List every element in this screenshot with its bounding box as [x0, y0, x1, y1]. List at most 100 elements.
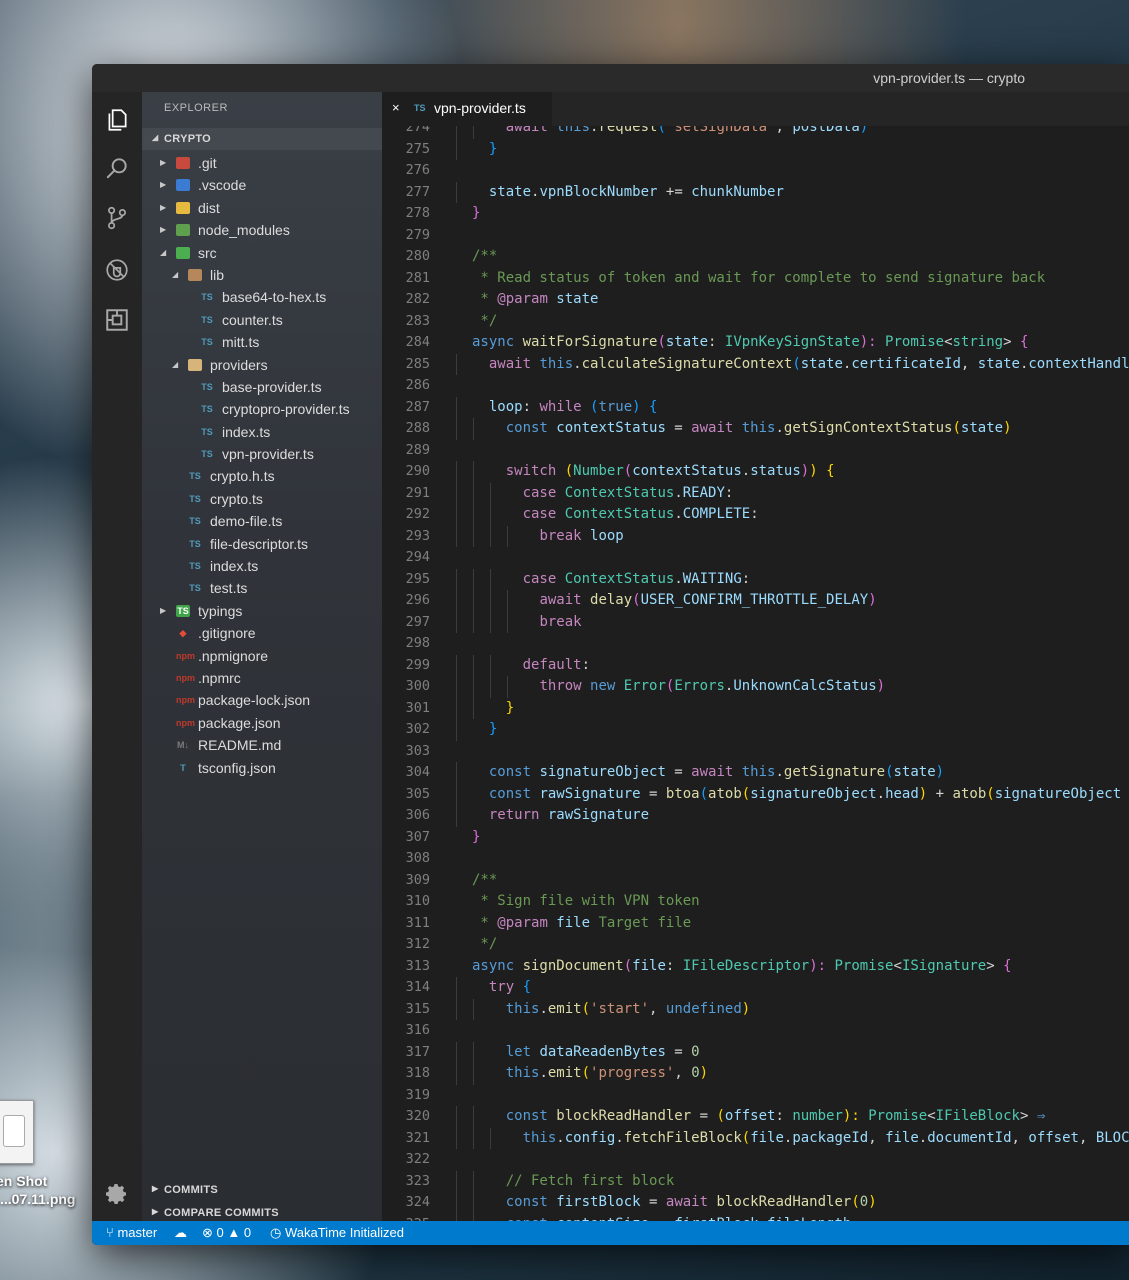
tree-item[interactable]: TS base64-to-hex.ts	[142, 286, 382, 308]
code-editor[interactable]: 274 await this.request('setSignData', pos…	[382, 126, 1129, 1221]
code-token: (	[623, 957, 633, 974]
tree-item[interactable]: ▶ .git	[142, 152, 382, 174]
tree-item[interactable]: ◆ .gitignore	[142, 622, 382, 644]
code-text: */	[472, 934, 497, 956]
code-text: return rawSignature	[489, 805, 649, 827]
indent-guide	[472, 676, 474, 698]
code-text: /**	[472, 870, 497, 892]
code-token: await	[691, 764, 742, 780]
tree-item[interactable]: TS cryptopro-provider.ts	[142, 398, 382, 420]
code-line: 274 await this.request('setSignData', pos…	[382, 126, 1129, 139]
code-token: case	[522, 570, 565, 587]
code-token: chunkNumber	[691, 183, 784, 200]
tree-item[interactable]: ◢ providers	[142, 354, 382, 376]
problems-indicator[interactable]: ⊗ 0 ▲ 0	[202, 1225, 251, 1241]
tree-item[interactable]: ◢ src	[142, 242, 382, 264]
tree-item-label: base-provider.ts	[222, 378, 322, 395]
code-token: await	[505, 126, 557, 135]
code-token: fetchFileBlock	[623, 1129, 742, 1146]
tree-item[interactable]: npm package.json	[142, 712, 382, 734]
source-control-icon[interactable]	[103, 204, 131, 232]
tree-item-label: tsconfig.json	[198, 759, 276, 776]
line-number: 324	[405, 1194, 430, 1210]
npm-icon: npm	[176, 717, 195, 728]
tree-item[interactable]: TS crypto.ts	[142, 488, 382, 510]
tree-item[interactable]: TS demo-file.ts	[142, 510, 382, 532]
tree-item[interactable]: ▶ TS typings	[142, 600, 382, 622]
ts-icon: TS	[201, 449, 213, 460]
search-icon[interactable]	[103, 154, 131, 182]
tab-vpn-provider[interactable]: × TS vpn-provider.ts	[382, 92, 552, 126]
tree-item[interactable]: ▶ dist	[142, 197, 382, 219]
tree-item[interactable]: TS file-descriptor.ts	[142, 533, 382, 555]
tree-item-label: crypto.ts	[210, 490, 263, 507]
code-token: )	[876, 678, 886, 694]
indent-guide	[456, 1127, 457, 1149]
tree-item[interactable]: TS vpn-provider.ts	[142, 443, 382, 465]
code-token: Promise	[834, 957, 894, 974]
chevron-right-icon: ▶	[160, 225, 167, 235]
code-text: * @param file Target file	[472, 913, 691, 935]
code-token: +=	[657, 183, 692, 200]
tree-item[interactable]: TS base-provider.ts	[142, 376, 382, 398]
settings-gear-icon[interactable]	[105, 1182, 129, 1211]
code-line: 282 * @param state	[382, 289, 1129, 311]
indent-guide	[456, 654, 457, 676]
commits-section[interactable]: ▶ COMMITS	[142, 1179, 382, 1201]
tree-item[interactable]: TS mitt.ts	[142, 331, 382, 353]
git-folder-icon	[176, 157, 190, 169]
branch-indicator[interactable]: ⑂ master	[106, 1225, 157, 1240]
tree-item[interactable]: npm .npmrc	[142, 667, 382, 689]
code-token: )	[741, 1000, 751, 1017]
code-token: this	[505, 1000, 540, 1017]
workspace-section-crypto[interactable]: ◢ CRYPTO	[142, 128, 382, 150]
explorer-header: EXPLORER	[164, 102, 228, 114]
tree-item[interactable]: M↓ README.md	[142, 734, 382, 756]
code-line: 283 */	[382, 311, 1129, 333]
tree-item-label: cryptopro-provider.ts	[222, 401, 350, 418]
line-number: 304	[405, 764, 430, 780]
tree-item-label: index.ts	[210, 558, 259, 575]
code-text: this.emit('start', undefined)	[506, 999, 750, 1021]
code-token: :	[724, 484, 734, 501]
tree-item[interactable]: ▶ .vscode	[142, 174, 382, 196]
indent-guide	[456, 138, 457, 160]
code-token: COMPLETE	[682, 506, 751, 522]
tree-item[interactable]: TS test.ts	[142, 577, 382, 599]
wakatime-status[interactable]: ◷ WakaTime Initialized	[270, 1225, 404, 1241]
code-token: contextStatus	[556, 420, 666, 436]
sync-icon[interactable]: ☁	[174, 1225, 187, 1241]
tsconfig-icon: T	[180, 762, 186, 773]
code-token: *	[472, 914, 498, 931]
close-icon[interactable]: ×	[392, 100, 400, 115]
tree-item[interactable]: TS crypto.h.ts	[142, 465, 382, 487]
indent-guide	[489, 611, 491, 633]
code-text: }	[506, 698, 514, 720]
line-number: 278	[405, 205, 430, 221]
extensions-icon[interactable]	[103, 306, 131, 334]
code-line: 315 this.emit('start', undefined)	[382, 998, 1129, 1021]
code-line: 298	[382, 633, 1129, 655]
ts-icon: TS	[189, 561, 201, 572]
indent-guide	[456, 1192, 457, 1214]
files-icon[interactable]	[103, 106, 131, 134]
dist-folder-icon	[176, 201, 190, 214]
code-token: Error	[623, 678, 666, 694]
code-token: =	[665, 1043, 692, 1060]
chevron-right-icon: ▶	[152, 1207, 159, 1216]
tree-item[interactable]: ◢ lib	[142, 264, 382, 286]
code-token: )	[935, 764, 945, 780]
tree-item[interactable]: npm package-lock.json	[142, 689, 382, 711]
tree-item[interactable]: ▶ node_modules	[142, 219, 382, 241]
code-token: (	[952, 420, 961, 436]
tree-item[interactable]: npm .npmignore	[142, 645, 382, 667]
tree-item[interactable]: TS index.ts	[142, 421, 382, 443]
tree-item[interactable]: TS counter.ts	[142, 309, 382, 331]
tree-item[interactable]: TS index.ts	[142, 555, 382, 577]
code-token: rawSignature	[539, 785, 641, 802]
tree-item[interactable]: Ttsconfig.json	[142, 757, 382, 779]
code-token: request	[598, 126, 658, 135]
code-line: 300 throw new Error(Errors.UnknownCalcSta…	[382, 676, 1129, 698]
debug-icon[interactable]	[103, 256, 131, 284]
line-number: 280	[405, 248, 430, 264]
